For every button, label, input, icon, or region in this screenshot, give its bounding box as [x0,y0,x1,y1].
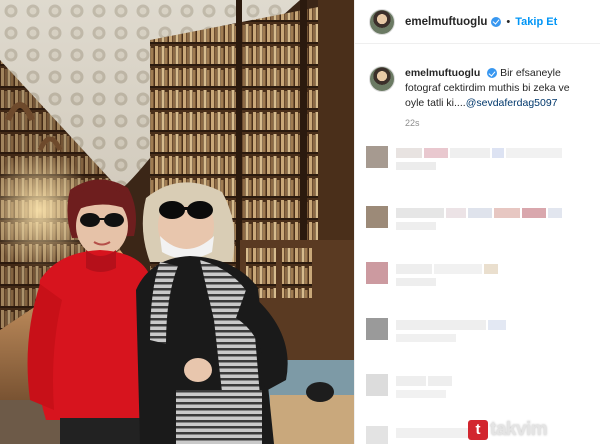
separator-dot: • [506,15,511,28]
comment-avatar [366,426,388,444]
watermark-badge-icon: t [468,420,488,440]
caption-mention-link[interactable]: @sevdaferdag5097 [466,97,558,109]
caption-avatar[interactable] [369,66,395,92]
watermark-text: takvim [490,419,548,440]
post-time: 22s [405,118,420,128]
comment-avatar [366,206,388,228]
follow-button[interactable]: Takip Et [515,16,557,28]
comment-item [366,146,596,180]
comment-avatar [366,318,388,340]
verified-badge-icon [491,16,502,27]
comment-item [366,318,596,352]
post-header: emelmuftuoglu • Takip Et [355,0,600,44]
comment-avatar [366,262,388,284]
comment-item [366,262,596,296]
watermark-logo: t takvim [468,418,598,442]
comment-item [366,206,596,240]
caption-verified-badge-icon [487,68,498,79]
post-photo [0,0,354,444]
profile-avatar[interactable] [369,8,395,35]
header-username[interactable]: emelmuftuoglu [405,16,487,28]
post-caption: emelmuftuoglu Bir efsaneyle fotograf cek… [355,44,600,111]
caption-username[interactable]: emelmuftuoglu [405,67,480,79]
comment-avatar [366,146,388,168]
comment-item [366,374,596,408]
comment-avatar [366,374,388,396]
caption-body: emelmuftuoglu Bir efsaneyle fotograf cek… [405,66,583,111]
